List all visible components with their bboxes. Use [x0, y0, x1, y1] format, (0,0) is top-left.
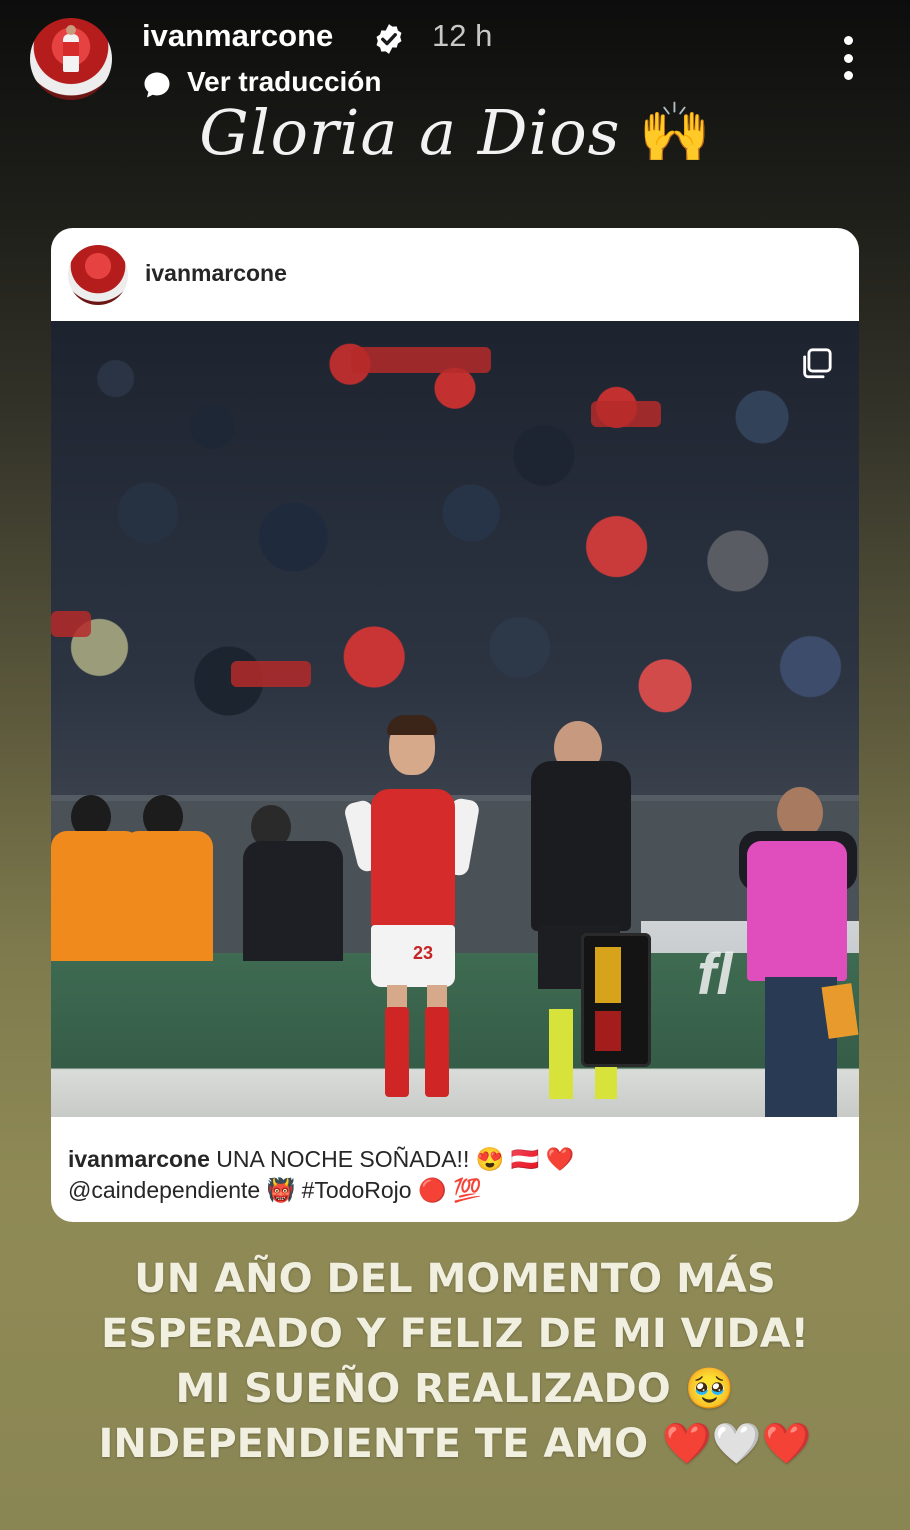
ad-board-text: fl — [697, 942, 733, 1007]
story-title: Gloria a Dios 🙌 — [0, 92, 910, 172]
story-message-line: MI SUEÑO REALIZADO 🥹 — [175, 1366, 735, 1412]
stadium-seats — [351, 347, 491, 373]
shared-post-card[interactable]: ivanmarcone fl 23 ivanmarcone UNA NOCHE … — [51, 228, 859, 1222]
more-dot — [843, 53, 853, 63]
stadium-crowd — [51, 321, 859, 801]
player-sock — [425, 1007, 449, 1097]
caption-line-1: ivanmarcone UNA NOCHE SOÑADA!! 😍 🇦🇹 ❤️ — [68, 1144, 848, 1175]
story-message-line: ESPERADO Y FELIZ DE MI VIDA! — [101, 1311, 809, 1357]
stadium-seats — [51, 611, 91, 637]
substitution-board-screen — [595, 947, 621, 1003]
shared-post-header: ivanmarcone — [51, 228, 859, 321]
user-avatar[interactable] — [30, 18, 112, 100]
photographer-vest — [747, 841, 847, 981]
story-message: UN AÑO DEL MOMENTO MÁS ESPERADO Y FELIZ … — [60, 1252, 850, 1472]
story-message-line: INDEPENDIENTE TE AMO ❤️🤍❤️ — [98, 1421, 812, 1467]
post-time: 12 h — [432, 18, 493, 53]
more-dot — [843, 36, 853, 45]
stadium-seats — [591, 401, 661, 427]
story-title-text: Gloria a Dios — [199, 95, 621, 169]
police-officer — [243, 841, 343, 961]
raising-hands-emoji: 🙌 — [638, 98, 711, 166]
substitution-board-red — [595, 1011, 621, 1051]
caption-text-1: UNA NOCHE SOÑADA!! 😍 🇦🇹 ❤️ — [216, 1146, 575, 1172]
player-shirt — [371, 789, 455, 929]
shared-post-caption: ivanmarcone UNA NOCHE SOÑADA!! 😍 🇦🇹 ❤️ @… — [68, 1144, 848, 1206]
shared-post-username: ivanmarcone — [145, 260, 287, 286]
player-number: 23 — [413, 943, 434, 963]
official-jacket — [531, 761, 631, 931]
story-message-line: UN AÑO DEL MOMENTO MÁS — [134, 1256, 776, 1302]
player-hair — [387, 715, 437, 735]
more-dot — [843, 71, 853, 80]
ad-board — [51, 953, 859, 1117]
avatar-figure — [63, 25, 79, 72]
caption-username: ivanmarcone — [68, 1146, 210, 1172]
stadium-seats — [231, 661, 311, 687]
shared-post-photo: fl 23 — [51, 321, 859, 1117]
official-sock — [549, 1009, 573, 1099]
verified-badge-icon — [376, 24, 402, 54]
username[interactable]: ivanmarcone — [142, 18, 333, 54]
player-sock — [385, 1007, 409, 1097]
caption-text-2: @caindependiente 👹 #TodoRojo 🔴 💯 — [68, 1177, 482, 1203]
shared-post-avatar — [68, 245, 128, 305]
steward — [123, 831, 213, 961]
carousel-icon — [803, 348, 832, 379]
more-options-button[interactable] — [826, 30, 870, 86]
